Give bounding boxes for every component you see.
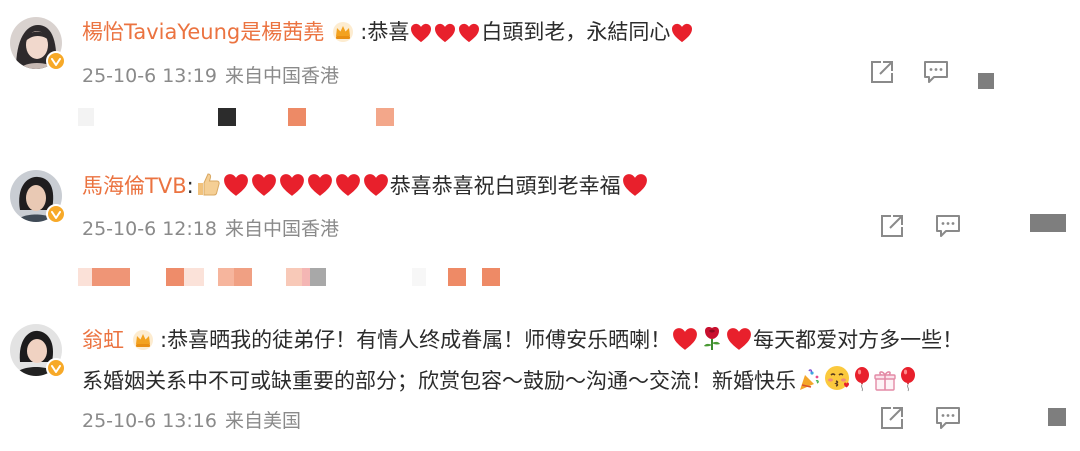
heart-icon [727, 328, 751, 350]
kissing-face-icon [825, 366, 849, 390]
crown-badge-icon [132, 329, 154, 359]
heart-icon [223, 174, 248, 196]
comment-icon [924, 61, 948, 83]
comment-text: 楊怡TaviaYeung是楊茜堯 :恭喜 白頭到老，永結同心 [82, 17, 694, 51]
more-indicator [978, 73, 994, 89]
thumbs-up-icon [197, 173, 220, 196]
share-button[interactable] [878, 404, 906, 432]
comment-meta: 25-10-6 13:19 来自中国香港 [82, 61, 339, 88]
balloon-icon [855, 367, 869, 392]
heart-icon [672, 23, 693, 43]
username-link[interactable]: 馬海倫TVB [82, 174, 187, 198]
comment-button[interactable] [934, 212, 962, 240]
balloon-icon [901, 367, 915, 392]
verified-badge-icon [46, 51, 66, 71]
comment-meta: 25-10-6 13:16 来自美国 [82, 406, 301, 433]
obscured-content [78, 268, 508, 286]
heart-icon [673, 328, 697, 350]
comment-button[interactable] [934, 404, 962, 432]
heart-icon [363, 174, 388, 196]
more-indicator [1030, 214, 1066, 232]
comment-item: 翁虹 :恭喜晒我的徒弟仔！有情人终成眷属！师傅安乐晒喇！ 每天都爱对方多一些！ 系婚… [0, 300, 1080, 451]
heart-icon [307, 174, 332, 196]
heart-icon [622, 174, 647, 196]
share-button[interactable] [868, 58, 896, 86]
heart-icon [279, 174, 304, 196]
location: 来自美国 [224, 410, 301, 432]
verified-badge-icon [46, 204, 66, 224]
heart-icon [251, 174, 276, 196]
comment-item: 楊怡TaviaYeung是楊茜堯 :恭喜 白頭到老，永結同心 25-10-6 13:… [0, 0, 1080, 150]
avatar[interactable] [10, 17, 66, 71]
share-button[interactable] [878, 212, 906, 240]
crown-badge-icon [332, 21, 354, 51]
obscured-content [78, 108, 408, 126]
comment-icon [936, 407, 960, 429]
heart-icon [411, 23, 432, 43]
location: 来自中国香港 [224, 65, 339, 87]
avatar[interactable] [10, 170, 66, 224]
share-icon [881, 407, 903, 429]
comment-item: 馬海倫TVB: 恭喜恭喜祝白頭到老幸福 25-10-6 12:18 来自中国香港 [0, 150, 1080, 300]
timestamp: 25-10-6 12:18 [82, 218, 217, 240]
timestamp: 25-10-6 13:16 [82, 410, 217, 432]
heart-icon [335, 174, 360, 196]
party-popper-icon [800, 369, 819, 390]
heart-icon [435, 23, 456, 43]
comment-text-part: 白頭到老，永結同心 [481, 20, 671, 44]
comment-text: 翁虹 :恭喜晒我的徒弟仔！有情人终成眷属！师傅安乐晒喇！ 每天都爱对方多一些！ [82, 325, 963, 359]
username-link[interactable]: 楊怡TaviaYeung是楊茜堯 [82, 20, 324, 44]
comment-text-part: 恭喜恭喜祝白頭到老幸福 [389, 174, 621, 198]
comment-text-part: :恭喜 [360, 20, 410, 44]
share-icon [871, 61, 893, 83]
more-indicator [1048, 408, 1066, 426]
username-link[interactable]: 翁虹 [82, 328, 124, 352]
comment-meta: 25-10-6 12:18 来自中国香港 [82, 214, 339, 241]
comment-icon [936, 215, 960, 237]
comment-text-part: : [186, 174, 194, 198]
comment-text-part: :恭喜晒我的徒弟仔！有情人终成眷属！师傅安乐晒喇！ [160, 328, 672, 352]
location: 来自中国香港 [224, 218, 339, 240]
heart-icon [459, 23, 480, 43]
comment-button[interactable] [922, 58, 950, 86]
comment-text-part: 每天都爱对方多一些！ [753, 328, 964, 352]
comment-text-part: 系婚姻关系中不可或缺重要的部分；欣赏包容～鼓励～沟通～交流！新婚快乐 [82, 369, 796, 393]
avatar[interactable] [10, 324, 66, 378]
comment-text: 馬海倫TVB: 恭喜恭喜祝白頭到老幸福 [82, 171, 649, 201]
comment-text: 系婚姻关系中不可或缺重要的部分；欣赏包容～鼓励～沟通～交流！新婚快乐 [82, 364, 918, 396]
gift-icon [874, 371, 896, 391]
rose-icon [704, 327, 721, 350]
share-icon [881, 215, 903, 237]
verified-badge-icon [46, 358, 66, 378]
timestamp: 25-10-6 13:19 [82, 65, 217, 87]
